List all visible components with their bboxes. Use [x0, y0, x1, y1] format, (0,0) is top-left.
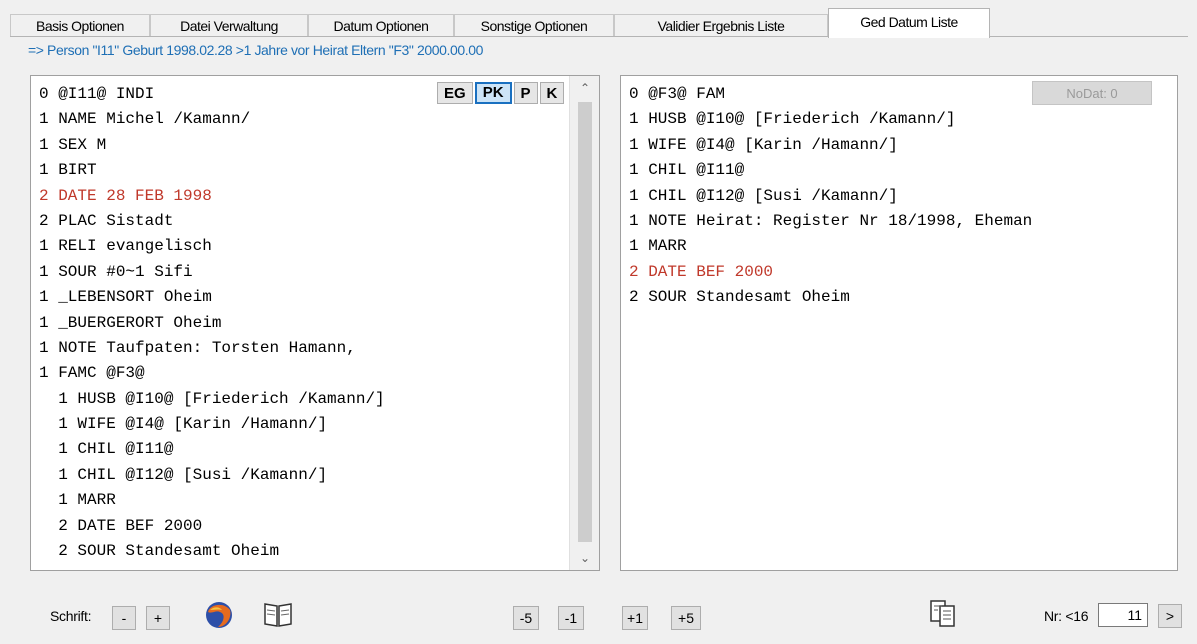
tab-ged-datum-liste[interactable]: Ged Datum Liste	[828, 8, 990, 38]
person-record-line: 1 CHIL @I12@ [Susi /Kamann/]	[39, 465, 328, 484]
mode-buttons: EG PK P K	[437, 82, 565, 104]
status-message: => Person "I11" Geburt 1998.02.28 >1 Jah…	[28, 42, 484, 58]
family-record-line: 2 DATE BEF 2000	[629, 262, 774, 281]
family-record-line: 2 SOUR Standesamt Oheim	[629, 288, 850, 307]
tab-basis-optionen[interactable]: Basis Optionen	[10, 14, 150, 36]
nodat-button: NoDat: 0	[1032, 81, 1152, 105]
person-record-line: 1 HUSB @I10@ [Friederich /Kamann/]	[39, 389, 385, 408]
scroll-down-icon[interactable]: ⌄	[570, 546, 599, 570]
family-record-line: 1 WIFE @I4@ [Karin /Hamann/]	[629, 135, 898, 154]
person-record-line: 1 MARR	[39, 491, 116, 510]
mode-button-eg[interactable]: EG	[437, 82, 473, 104]
person-record-line: 1 SEX M	[39, 135, 107, 154]
family-record-line: 0 @F3@ FAM	[629, 85, 726, 103]
nav-plus-1-button[interactable]: +1	[622, 606, 648, 630]
mode-button-p[interactable]: P	[513, 82, 538, 104]
person-record-line: 2 DATE 28 FEB 1998	[39, 186, 212, 205]
person-record-line: 1 _BUERGERORT Oheim	[39, 313, 222, 332]
person-record-lines: 0 @I11@ INDI 1 NAME Michel /Kamann/1 SEX …	[39, 82, 385, 564]
next-record-button[interactable]: >	[1158, 604, 1182, 628]
record-number-input[interactable]: 11	[1098, 603, 1148, 627]
family-record-panel[interactable]: 0 @F3@ FAM 1 HUSB @I10@ [Friederich /Kama…	[620, 75, 1178, 571]
person-record-line: 0 @I11@ INDI	[39, 85, 155, 103]
nav-plus-5-button[interactable]: +5	[671, 606, 701, 630]
tab-bar: Basis Optionen Datei Verwaltung Datum Op…	[10, 8, 1190, 38]
tab-sonstige-optionen[interactable]: Sonstige Optionen	[454, 14, 614, 36]
family-record-line: 1 CHIL @I12@ [Susi /Kamann/]	[629, 186, 898, 205]
firefox-icon[interactable]	[204, 600, 234, 630]
family-record-lines: 0 @F3@ FAM 1 HUSB @I10@ [Friederich /Kama…	[629, 82, 1032, 311]
person-record-line: 1 FAMC @F3@	[39, 364, 145, 383]
person-record-panel[interactable]: 0 @I11@ INDI 1 NAME Michel /Kamann/1 SEX …	[30, 75, 600, 571]
person-record-line: 1 NOTE Taufpaten: Torsten Hamann,	[39, 338, 356, 357]
family-record-line: 1 HUSB @I10@ [Friederich /Kamann/]	[629, 110, 956, 129]
family-record-line: 1 MARR	[629, 237, 687, 256]
tab-datum-optionen[interactable]: Datum Optionen	[308, 14, 454, 36]
family-record-line: 1 NOTE Heirat: Register Nr 18/1998, Ehem…	[629, 211, 1033, 230]
person-record-line: 2 PLAC Sistadt	[39, 211, 174, 230]
scroll-thumb[interactable]	[578, 102, 592, 542]
book-icon[interactable]	[262, 598, 292, 628]
nav-minus-1-button[interactable]: -1	[558, 606, 584, 630]
nr-label: Nr: <16	[1044, 608, 1089, 624]
tab-validier-ergebnis-liste[interactable]: Validier Ergebnis Liste	[614, 14, 828, 36]
person-record-line: 1 _LEBENSORT Oheim	[39, 288, 212, 307]
mode-button-k[interactable]: K	[539, 82, 565, 104]
scroll-up-icon[interactable]: ⌃	[570, 76, 599, 100]
schrift-label: Schrift:	[50, 608, 92, 624]
person-record-line: 2 DATE BEF 2000	[39, 516, 203, 535]
person-record-line: 1 NAME Michel /Kamann/	[39, 110, 251, 129]
person-record-line: 1 SOUR #0~1 Sifi	[39, 262, 193, 281]
copy-document-icon[interactable]	[928, 598, 958, 628]
tab-datei-verwaltung[interactable]: Datei Verwaltung	[150, 14, 308, 36]
person-record-line: 1 WIFE @I4@ [Karin /Hamann/]	[39, 415, 328, 434]
mode-button-pk[interactable]: PK	[474, 82, 512, 104]
bottom-toolbar: Schrift: - + -5 -1 +1 +5 Nr: <16 11 >	[0, 590, 1197, 634]
vertical-scrollbar[interactable]: ⌃ ⌄	[569, 76, 599, 570]
font-increase-button[interactable]: +	[146, 606, 170, 630]
person-record-line: 1 RELI evangelisch	[39, 237, 212, 256]
person-record-line: 1 CHIL @I11@	[39, 440, 174, 459]
person-record-line: 1 BIRT	[39, 161, 97, 180]
person-record-line: 2 SOUR Standesamt Oheim	[39, 542, 280, 561]
font-decrease-button[interactable]: -	[112, 606, 136, 630]
nav-minus-5-button[interactable]: -5	[513, 606, 539, 630]
family-record-line: 1 CHIL @I11@	[629, 161, 745, 180]
